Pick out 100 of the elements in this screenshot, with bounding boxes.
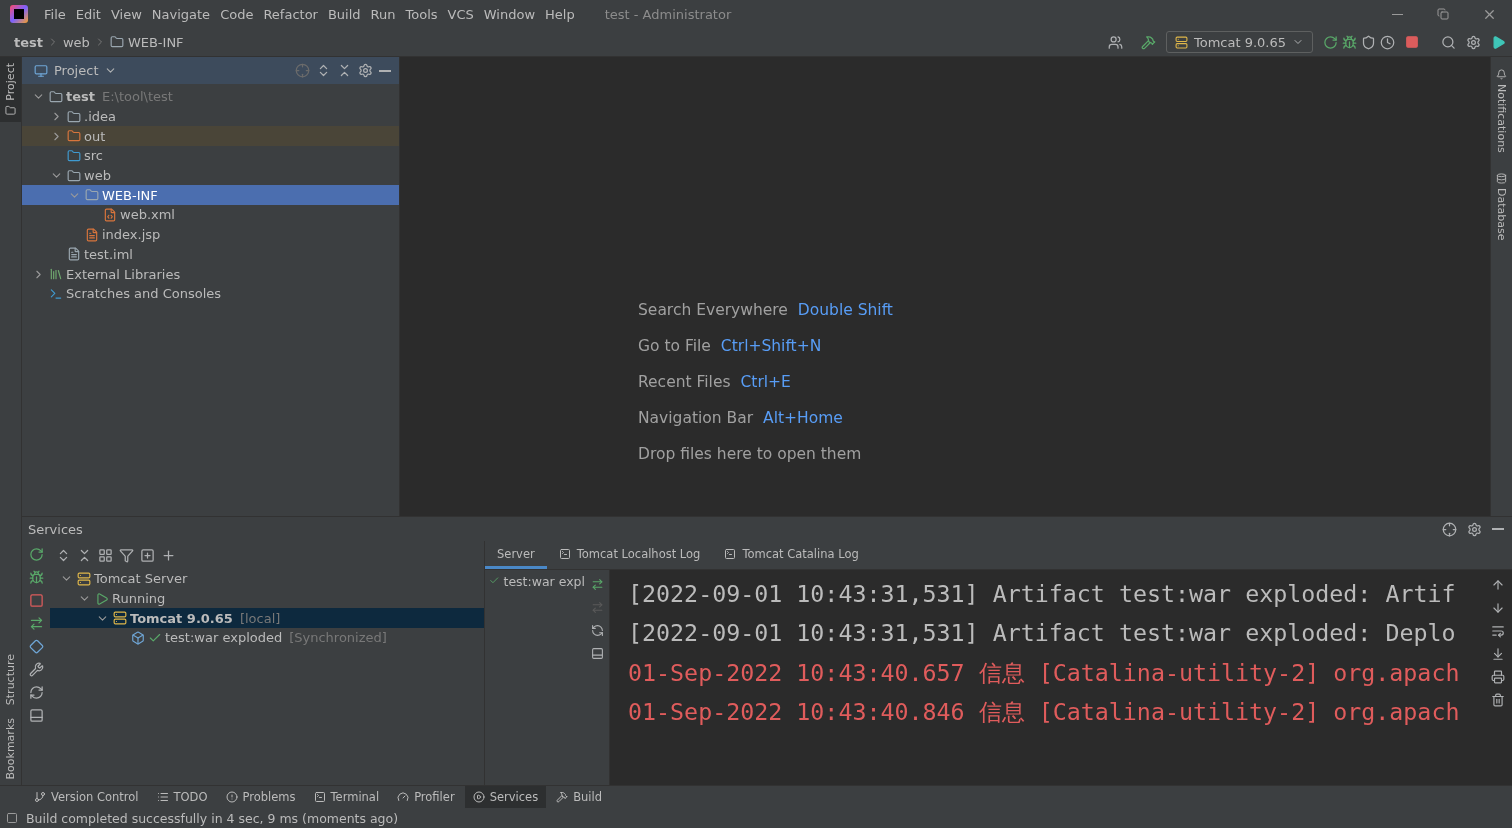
menu-item[interactable]: Code [216, 3, 258, 25]
folder-icon [5, 104, 16, 116]
tool-window-button[interactable]: Profiler [389, 786, 463, 808]
tree-row[interactable]: web.xml [22, 205, 399, 225]
scroll-end-icon [1491, 647, 1505, 661]
tree-row[interactable]: web [22, 165, 399, 186]
tool-window-tab[interactable]: Project [0, 57, 21, 122]
tree-item-label: test.iml [84, 246, 133, 262]
tree-row[interactable]: External Libraries [22, 264, 399, 284]
menu-item[interactable]: Refactor [259, 3, 322, 25]
window-title: test - Administrator [604, 6, 732, 22]
menu-item[interactable]: Window [479, 3, 540, 25]
debug-icon [28, 570, 44, 585]
trash-icon [1491, 693, 1505, 707]
tab[interactable]: Server [485, 541, 547, 569]
stop-icon[interactable] [1403, 33, 1421, 51]
branch-icon [34, 791, 46, 803]
tree-item-label: src [84, 148, 103, 164]
shortcut-text: Double Shift [797, 300, 893, 319]
folder-icon [67, 109, 81, 124]
menu-item[interactable]: Help [541, 3, 579, 25]
breadcrumb[interactable]: test [10, 34, 47, 50]
panel-icon [590, 647, 604, 660]
panel-title[interactable]: Project [54, 63, 99, 78]
tree-row[interactable]: out [22, 126, 399, 147]
tree-row[interactable]: test E:\tool\test [22, 87, 399, 107]
minimize-icon[interactable] [379, 69, 391, 72]
server-icon [1174, 35, 1188, 49]
tool-window-button[interactable]: Terminal [305, 786, 388, 808]
log-line: 01-Sep-2022 10:43:40.846 信息 [Catalina-utility-2] org.apach [628, 696, 1461, 727]
tree-item-label: Running [112, 591, 166, 607]
menu-item[interactable]: Edit [71, 3, 105, 25]
tree-row[interactable]: WEB-INF [22, 185, 399, 206]
hammer-icon [556, 791, 569, 803]
filter-icon [119, 547, 134, 563]
tab[interactable]: Tomcat Localhost Log [546, 541, 713, 569]
menu-item[interactable]: Run [366, 3, 400, 25]
folder-icon [67, 148, 81, 163]
breadcrumb[interactable]: web [59, 34, 94, 50]
app-logo-icon [10, 5, 28, 23]
tree-item-label: index.jsp [102, 227, 161, 243]
tool-window-button[interactable]: Version Control [26, 786, 147, 808]
tool-window-button[interactable]: Services [464, 786, 547, 808]
refresh-icon [28, 685, 44, 700]
tab[interactable]: Tomcat Catalina Log [712, 541, 871, 569]
stop-icon [28, 593, 44, 608]
tool-window-tab[interactable]: Notifications [1491, 63, 1512, 159]
menu-item[interactable]: Build [323, 3, 365, 25]
deploy-icon [590, 578, 604, 591]
settings-icon [1467, 521, 1482, 537]
run-config-dropdown[interactable]: Tomcat 9.0.65 [1165, 31, 1313, 53]
tool-window-button[interactable]: TODO [148, 786, 216, 808]
tree-item-label: WEB-INF [102, 187, 158, 203]
wrench-icon [28, 662, 44, 677]
menu-item[interactable]: VCS [443, 3, 478, 25]
refresh-icon [590, 624, 604, 637]
tree-row[interactable]: test.iml [22, 244, 399, 265]
crosshair-icon [295, 63, 310, 78]
folder-icon [85, 188, 99, 203]
menu-item[interactable]: Navigate [147, 3, 215, 25]
tree-item-label: External Libraries [66, 266, 181, 282]
tool-window-tab[interactable]: Bookmarks [0, 711, 21, 785]
tool-window-tab[interactable]: Structure [0, 648, 21, 712]
folder-icon [109, 35, 124, 49]
menu-item[interactable]: File [40, 3, 70, 25]
crosshair-icon [1442, 521, 1457, 537]
tree-row[interactable]: test:war exploded [Synchronized] [50, 628, 484, 648]
tree-row[interactable]: Running [50, 588, 484, 609]
terminal-icon [724, 547, 737, 560]
tool-window-button[interactable]: Build [548, 786, 610, 808]
tree-row[interactable]: Tomcat Server [50, 569, 484, 589]
bell-icon [1496, 69, 1507, 80]
folder-icon [67, 129, 81, 144]
layout-icon [28, 708, 44, 723]
arrow-up-icon [1491, 578, 1505, 592]
tree-item-label: out [84, 128, 106, 144]
status-message: Build completed successfully in 4 sec, 9 ms (moments ago) [26, 810, 399, 826]
wrap-icon [1491, 624, 1505, 638]
tree-row[interactable]: .idea [22, 106, 399, 127]
tool-window-tab[interactable]: Database [1491, 166, 1512, 247]
hint-label: Search Everywhere [638, 300, 788, 319]
minimize-icon [1391, 13, 1403, 15]
settings-icon [358, 63, 373, 78]
play-circle-icon [472, 791, 485, 803]
window-icon [34, 63, 48, 78]
tree-item-label: Scratches and Consoles [66, 286, 222, 302]
arrow-down-icon [1491, 601, 1505, 615]
tree-item-label: web.xml [120, 207, 175, 223]
menu-item[interactable]: View [106, 3, 146, 25]
tree-row[interactable]: Tomcat 9.0.65 [local] [50, 608, 484, 629]
tree-item-label: test [66, 89, 95, 105]
play-icon [95, 591, 109, 606]
menu-item[interactable]: Tools [401, 3, 442, 25]
tool-window-button[interactable]: Problems [217, 786, 304, 808]
breadcrumb[interactable]: WEB-INF [105, 34, 188, 50]
status-icon [6, 812, 18, 824]
xml-file-icon [103, 207, 117, 222]
tree-row[interactable]: index.jsp [22, 224, 399, 245]
tree-row[interactable]: Scratches and Consoles [22, 283, 399, 304]
tree-row[interactable]: src [22, 146, 399, 166]
